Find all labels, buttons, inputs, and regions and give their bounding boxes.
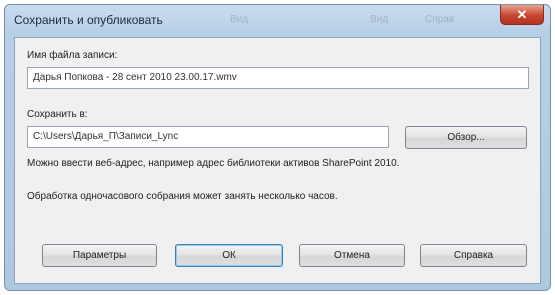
processing-time-text: Обработка одночасового собрания может за…: [27, 191, 338, 202]
cancel-button[interactable]: Отмена: [299, 244, 405, 267]
dialog-title: Сохранить и опубликовать: [14, 13, 163, 27]
background-title-fragment: Справ: [425, 14, 455, 25]
save-and-publish-dialog: Сохранить и опубликовать Вид Вид Справ ✕…: [4, 4, 551, 291]
options-button[interactable]: Параметры: [42, 244, 157, 267]
close-button[interactable]: ✕: [500, 5, 544, 25]
ok-button[interactable]: ОК: [175, 244, 283, 267]
help-button[interactable]: Справка: [420, 244, 527, 267]
file-name-label: Имя файла записи:: [27, 50, 118, 61]
close-icon: ✕: [516, 7, 528, 22]
file-name-input[interactable]: Дарья Попкова - 28 сент 2010 23.00.17.wm…: [27, 67, 529, 89]
hint-text: Можно ввести веб-адрес, например адрес б…: [27, 158, 400, 169]
browse-button[interactable]: Обзор...: [405, 126, 527, 149]
save-to-input[interactable]: C:\Users\Дарья_П\Записи_Lync: [27, 126, 389, 148]
dialog-content: Имя файла записи: Дарья Попкова - 28 сен…: [14, 37, 541, 284]
save-to-label: Сохранить в:: [27, 109, 88, 120]
title-bar[interactable]: Сохранить и опубликовать Вид Вид Справ ✕: [5, 5, 550, 35]
background-title-fragment: Вид: [370, 14, 389, 25]
background-title-fragment: Вид: [230, 14, 249, 25]
